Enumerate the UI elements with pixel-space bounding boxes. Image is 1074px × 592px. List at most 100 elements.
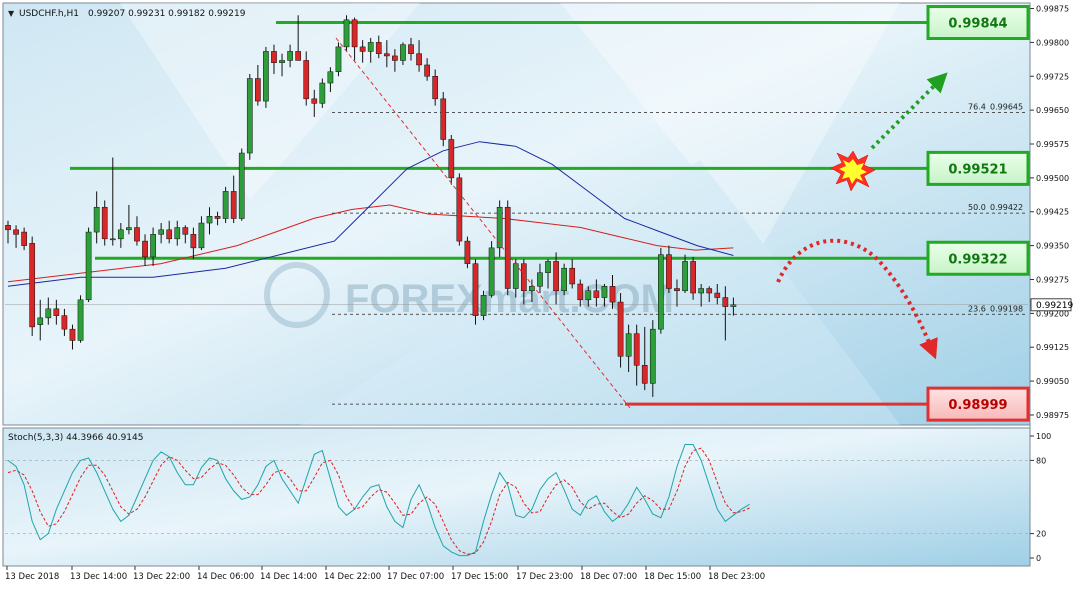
bear-candle	[666, 254, 672, 289]
bull-candle	[625, 333, 632, 357]
time-tick-label: 18 Dec 07:00	[580, 572, 637, 582]
bull-candle	[682, 261, 688, 292]
time-tick-label: 14 Dec 14:00	[260, 572, 317, 582]
time-tick-label: 13 Dec 22:00	[133, 572, 190, 582]
bull-candle	[730, 304, 737, 307]
support-price-label: 0.98999	[948, 398, 1007, 413]
bull-candle	[150, 234, 156, 258]
svg-text:0.99219: 0.99219	[1036, 301, 1073, 311]
bear-candle	[21, 231, 27, 246]
bear-candle	[440, 98, 447, 140]
bull-candle	[126, 227, 132, 231]
bear-candle	[255, 78, 261, 102]
bear-candle	[230, 191, 237, 219]
time-tick-label: 13 Dec 2018	[5, 572, 59, 582]
bull-candle	[561, 267, 567, 292]
bear-candle	[53, 308, 60, 316]
bear-candle	[134, 227, 140, 242]
bear-candle	[351, 19, 358, 48]
bear-candle	[706, 288, 713, 294]
chart-arrow-icon[interactable]: ▼	[8, 9, 15, 18]
price-tick-label: 0.98975	[1036, 411, 1069, 420]
bear-candle	[295, 51, 302, 61]
time-tick-label: 14 Dec 06:00	[197, 572, 254, 582]
bear-candle	[593, 290, 600, 298]
stoch-label: Stoch(5,3,3) 44.3966 40.9145	[8, 433, 143, 443]
bear-candle	[359, 46, 366, 52]
bull-candle	[117, 229, 124, 240]
price-tick-label: 0.99500	[1036, 174, 1069, 183]
bull-candle	[480, 295, 487, 316]
fib-price-label: 0.99198	[990, 304, 1023, 313]
resistance-price-label: 0.99844	[948, 17, 1007, 32]
bear-candle	[408, 44, 414, 54]
fib-ratio-label: 50.0	[968, 203, 986, 212]
time-tick-label: 13 Dec 14:00	[70, 572, 127, 582]
price-tick-label: 0.99425	[1036, 208, 1069, 217]
price-tick-label: 0.99125	[1036, 343, 1069, 352]
bull-candle	[658, 254, 664, 330]
bear-candle	[464, 240, 471, 264]
trading-chart: FOREXmart.COM 76.4 0.99645 50.0 0.99422 23.6…	[0, 0, 1074, 588]
fib-ratio-label: 23.6	[968, 304, 986, 313]
bull-candle	[698, 288, 705, 294]
bull-candle	[263, 51, 269, 102]
bear-candle	[609, 286, 616, 303]
stoch-tick-label: 0	[1036, 554, 1041, 563]
bear-candle	[416, 53, 422, 66]
price-tick-label: 0.99275	[1036, 275, 1069, 284]
bull-candle	[649, 328, 656, 384]
stoch-panel	[2, 427, 1031, 567]
resistance-price-label: 0.99322	[948, 252, 1007, 267]
stoch-tick-label: 80	[1036, 456, 1046, 465]
bear-candle	[214, 216, 221, 219]
bear-candle	[13, 229, 19, 235]
bull-candle	[327, 71, 334, 84]
price-tick-label: 0.99875	[1036, 5, 1069, 14]
time-tick-label: 18 Dec 15:00	[644, 572, 701, 582]
time-tick-label: 14 Dec 22:00	[324, 572, 381, 582]
bear-candle	[311, 98, 318, 104]
bear-candle	[520, 263, 527, 292]
bear-candle	[722, 297, 729, 307]
time-tick-label: 18 Dec 23:00	[708, 572, 765, 582]
bear-candle	[577, 283, 584, 301]
bear-candle	[448, 139, 455, 179]
bull-candle	[279, 60, 285, 63]
bear-candle	[166, 229, 173, 240]
bull-candle	[488, 247, 495, 296]
stoch-tick-label: 100	[1036, 432, 1051, 441]
current-price-tag: 0.99219	[1030, 298, 1073, 312]
bear-candle	[633, 333, 640, 366]
bear-candle	[690, 261, 696, 294]
bear-candle	[456, 177, 463, 242]
bull-candle	[45, 308, 52, 319]
bull-candle	[198, 222, 205, 249]
bull-candle	[246, 78, 253, 154]
bull-candle	[601, 286, 608, 298]
bear-candle	[182, 227, 189, 235]
bull-candle	[367, 42, 374, 52]
bull-candle	[158, 229, 164, 235]
price-tick-label: 0.99800	[1036, 38, 1069, 47]
bear-candle	[674, 288, 680, 292]
bull-candle	[537, 272, 543, 287]
bear-candle	[29, 243, 36, 328]
bull-candle	[335, 46, 342, 72]
bear-candle	[101, 206, 108, 240]
bull-candle	[512, 263, 519, 289]
bear-candle	[569, 267, 576, 285]
bear-candle	[472, 263, 479, 316]
bull-candle	[238, 152, 245, 219]
bear-candle	[424, 64, 430, 77]
fib-ratio-label: 76.4	[968, 102, 986, 111]
time-tick-label: 17 Dec 15:00	[451, 572, 508, 582]
bear-candle	[383, 53, 390, 57]
bull-candle	[37, 317, 44, 325]
bull-candle	[545, 261, 551, 273]
bull-candle	[174, 227, 181, 240]
bear-candle	[392, 55, 398, 61]
bull-candle	[319, 82, 326, 104]
bear-candle	[61, 315, 68, 330]
price-tick-label: 0.99050	[1036, 377, 1069, 386]
